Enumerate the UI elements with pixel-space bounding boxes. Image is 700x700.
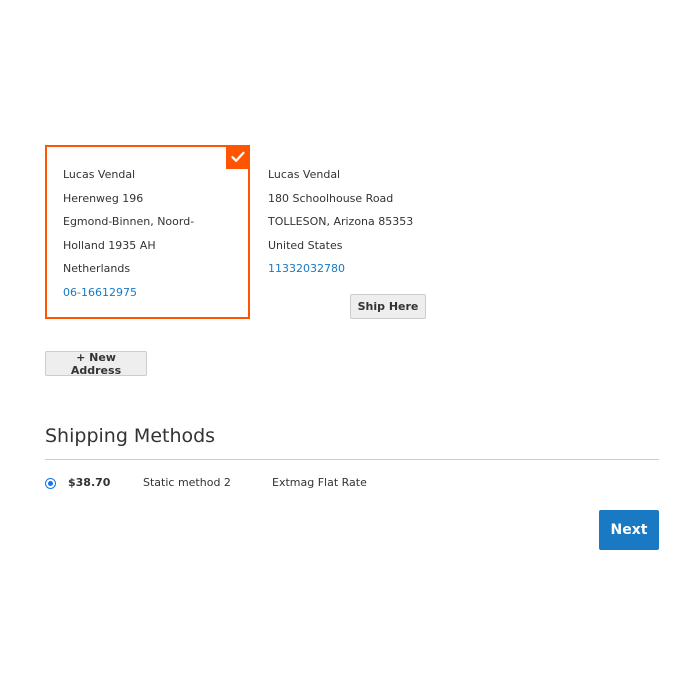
address-name: Lucas Vendal bbox=[63, 168, 136, 181]
address-phone-link[interactable]: 11332032780 bbox=[268, 257, 432, 281]
address-country: United States bbox=[268, 238, 343, 252]
ship-here-button[interactable]: Ship Here bbox=[350, 294, 426, 319]
address-card-selected[interactable]: Lucas Vendal Herenweg 196 Egmond-Binnen,… bbox=[45, 145, 250, 319]
shipping-method-price: $38.70 bbox=[68, 476, 111, 489]
address-city-line: TOLLESON, Arizona 85353 bbox=[268, 215, 414, 228]
shipping-method-name: Static method 2 bbox=[143, 476, 231, 489]
shipping-method-radio[interactable] bbox=[45, 478, 56, 489]
address-city-line: Holland 1935 AH bbox=[63, 238, 156, 252]
section-divider bbox=[45, 459, 659, 460]
shipping-method-row[interactable]: $38.70 Static method 2 Extmag Flat Rate bbox=[45, 474, 659, 494]
address-street: 180 Schoolhouse Road bbox=[268, 191, 394, 205]
shipping-carrier-name: Extmag Flat Rate bbox=[272, 476, 367, 489]
address-phone-link[interactable]: 06-16612975 bbox=[63, 281, 232, 305]
next-button[interactable]: Next bbox=[599, 510, 659, 550]
address-street: Herenweg 196 bbox=[63, 191, 144, 205]
address-city-line: Egmond-Binnen, Noord- bbox=[63, 215, 195, 228]
new-address-button[interactable]: + New Address bbox=[45, 351, 147, 377]
checkmark-icon bbox=[226, 145, 250, 169]
shipping-methods-title: Shipping Methods bbox=[45, 425, 216, 447]
address-name: Lucas Vendal bbox=[268, 168, 341, 181]
address-card: Lucas Vendal 180 Schoolhouse Road TOLLES… bbox=[250, 145, 450, 319]
address-country: Netherlands bbox=[63, 262, 131, 275]
